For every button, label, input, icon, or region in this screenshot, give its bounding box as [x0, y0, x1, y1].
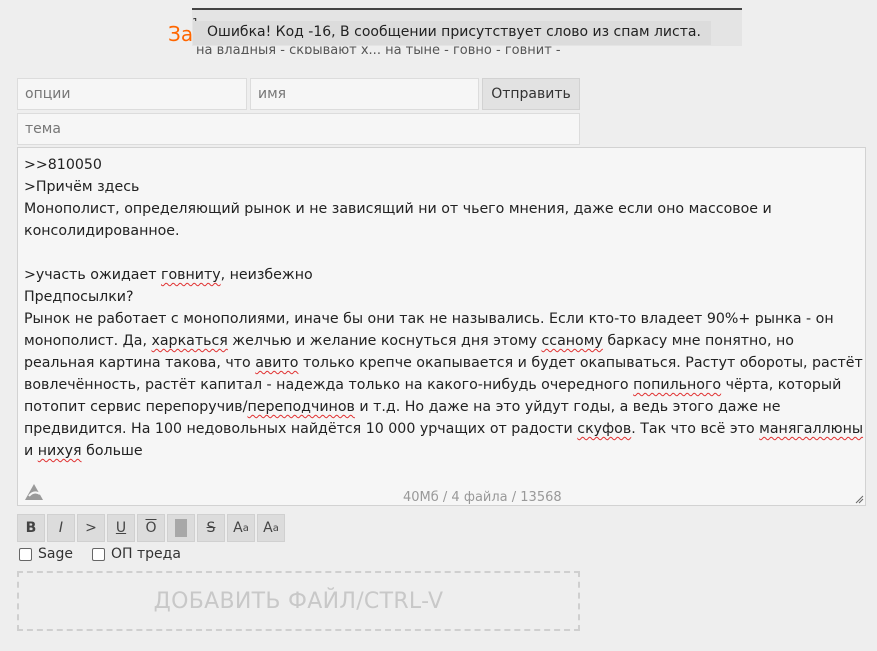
overline-button[interactable]: O: [137, 514, 165, 542]
sage-label: Sage: [38, 546, 73, 562]
text-fragment: , неизбежно: [220, 267, 313, 283]
error-toast: 1 Ошибка! Код -16, В сообщении присутств…: [192, 8, 742, 46]
name-input[interactable]: [250, 78, 479, 110]
options-input[interactable]: [17, 78, 247, 110]
misspelled-word: манягаллюны: [759, 421, 864, 437]
superscript-mark: a: [242, 522, 249, 534]
error-message: Ошибка! Код -16, В сообщении присутствуе…: [193, 21, 711, 45]
text-line: Монополист, определяющий рынок и не зави…: [24, 201, 777, 239]
resize-handle-icon[interactable]: [854, 494, 864, 504]
file-size-counter: 40Мб / 4 файла / 13568: [403, 490, 562, 505]
subscript-mark: a: [272, 522, 279, 534]
post-textarea[interactable]: >>810050 >Причём здесь Монополист, опред…: [17, 147, 866, 506]
superscript-base: A: [233, 520, 243, 536]
misspelled-word: нихуя: [37, 443, 82, 459]
misspelled-word: переподчинов: [247, 399, 355, 415]
text-fragment: . Так что всё это: [631, 421, 760, 437]
file-dropzone[interactable]: ДОБАВИТЬ ФАЙЛ/CTRL-V: [17, 571, 580, 631]
misspelled-word: харкаться: [151, 333, 228, 349]
op-checkbox[interactable]: [92, 547, 105, 561]
subscript-button[interactable]: Aa: [257, 514, 285, 542]
sage-checkbox[interactable]: [19, 547, 32, 561]
text-line: >Причём здесь: [24, 179, 140, 195]
misspelled-word: говниту: [160, 267, 221, 283]
send-button[interactable]: Отправить: [482, 78, 580, 110]
misspelled-word: авито: [255, 355, 299, 371]
text-line: Предпосылки?: [24, 289, 134, 305]
subject-input[interactable]: [17, 113, 580, 145]
op-option[interactable]: ОП треда: [92, 546, 181, 562]
text-fragment: желчью и желание коснуться дня этому: [227, 333, 542, 349]
op-label: ОП треда: [111, 546, 181, 562]
spoiler-icon: [175, 519, 187, 537]
sage-option[interactable]: Sage: [19, 546, 73, 562]
underline-button[interactable]: U: [107, 514, 135, 542]
italic-button[interactable]: I: [47, 514, 75, 542]
spoiler-button[interactable]: [167, 514, 195, 542]
site-logo-icon[interactable]: [23, 482, 45, 502]
post-content: >>810050 >Причём здесь Монополист, опред…: [24, 154, 864, 462]
text-line: >>810050: [24, 157, 102, 173]
misspelled-word: попильного: [633, 377, 722, 393]
misspelled-word: скуфов: [577, 421, 632, 437]
misspelled-word: ссаному: [541, 333, 603, 349]
page-title-fragment: За: [168, 22, 194, 46]
subscript-base: A: [263, 520, 273, 536]
text-fragment: больше: [81, 443, 143, 459]
strikethrough-button[interactable]: S: [197, 514, 225, 542]
quote-button[interactable]: >: [77, 514, 105, 542]
superscript-button[interactable]: Aa: [227, 514, 255, 542]
text-fragment: >участь ожидает: [24, 267, 161, 283]
bold-button[interactable]: B: [17, 514, 45, 542]
